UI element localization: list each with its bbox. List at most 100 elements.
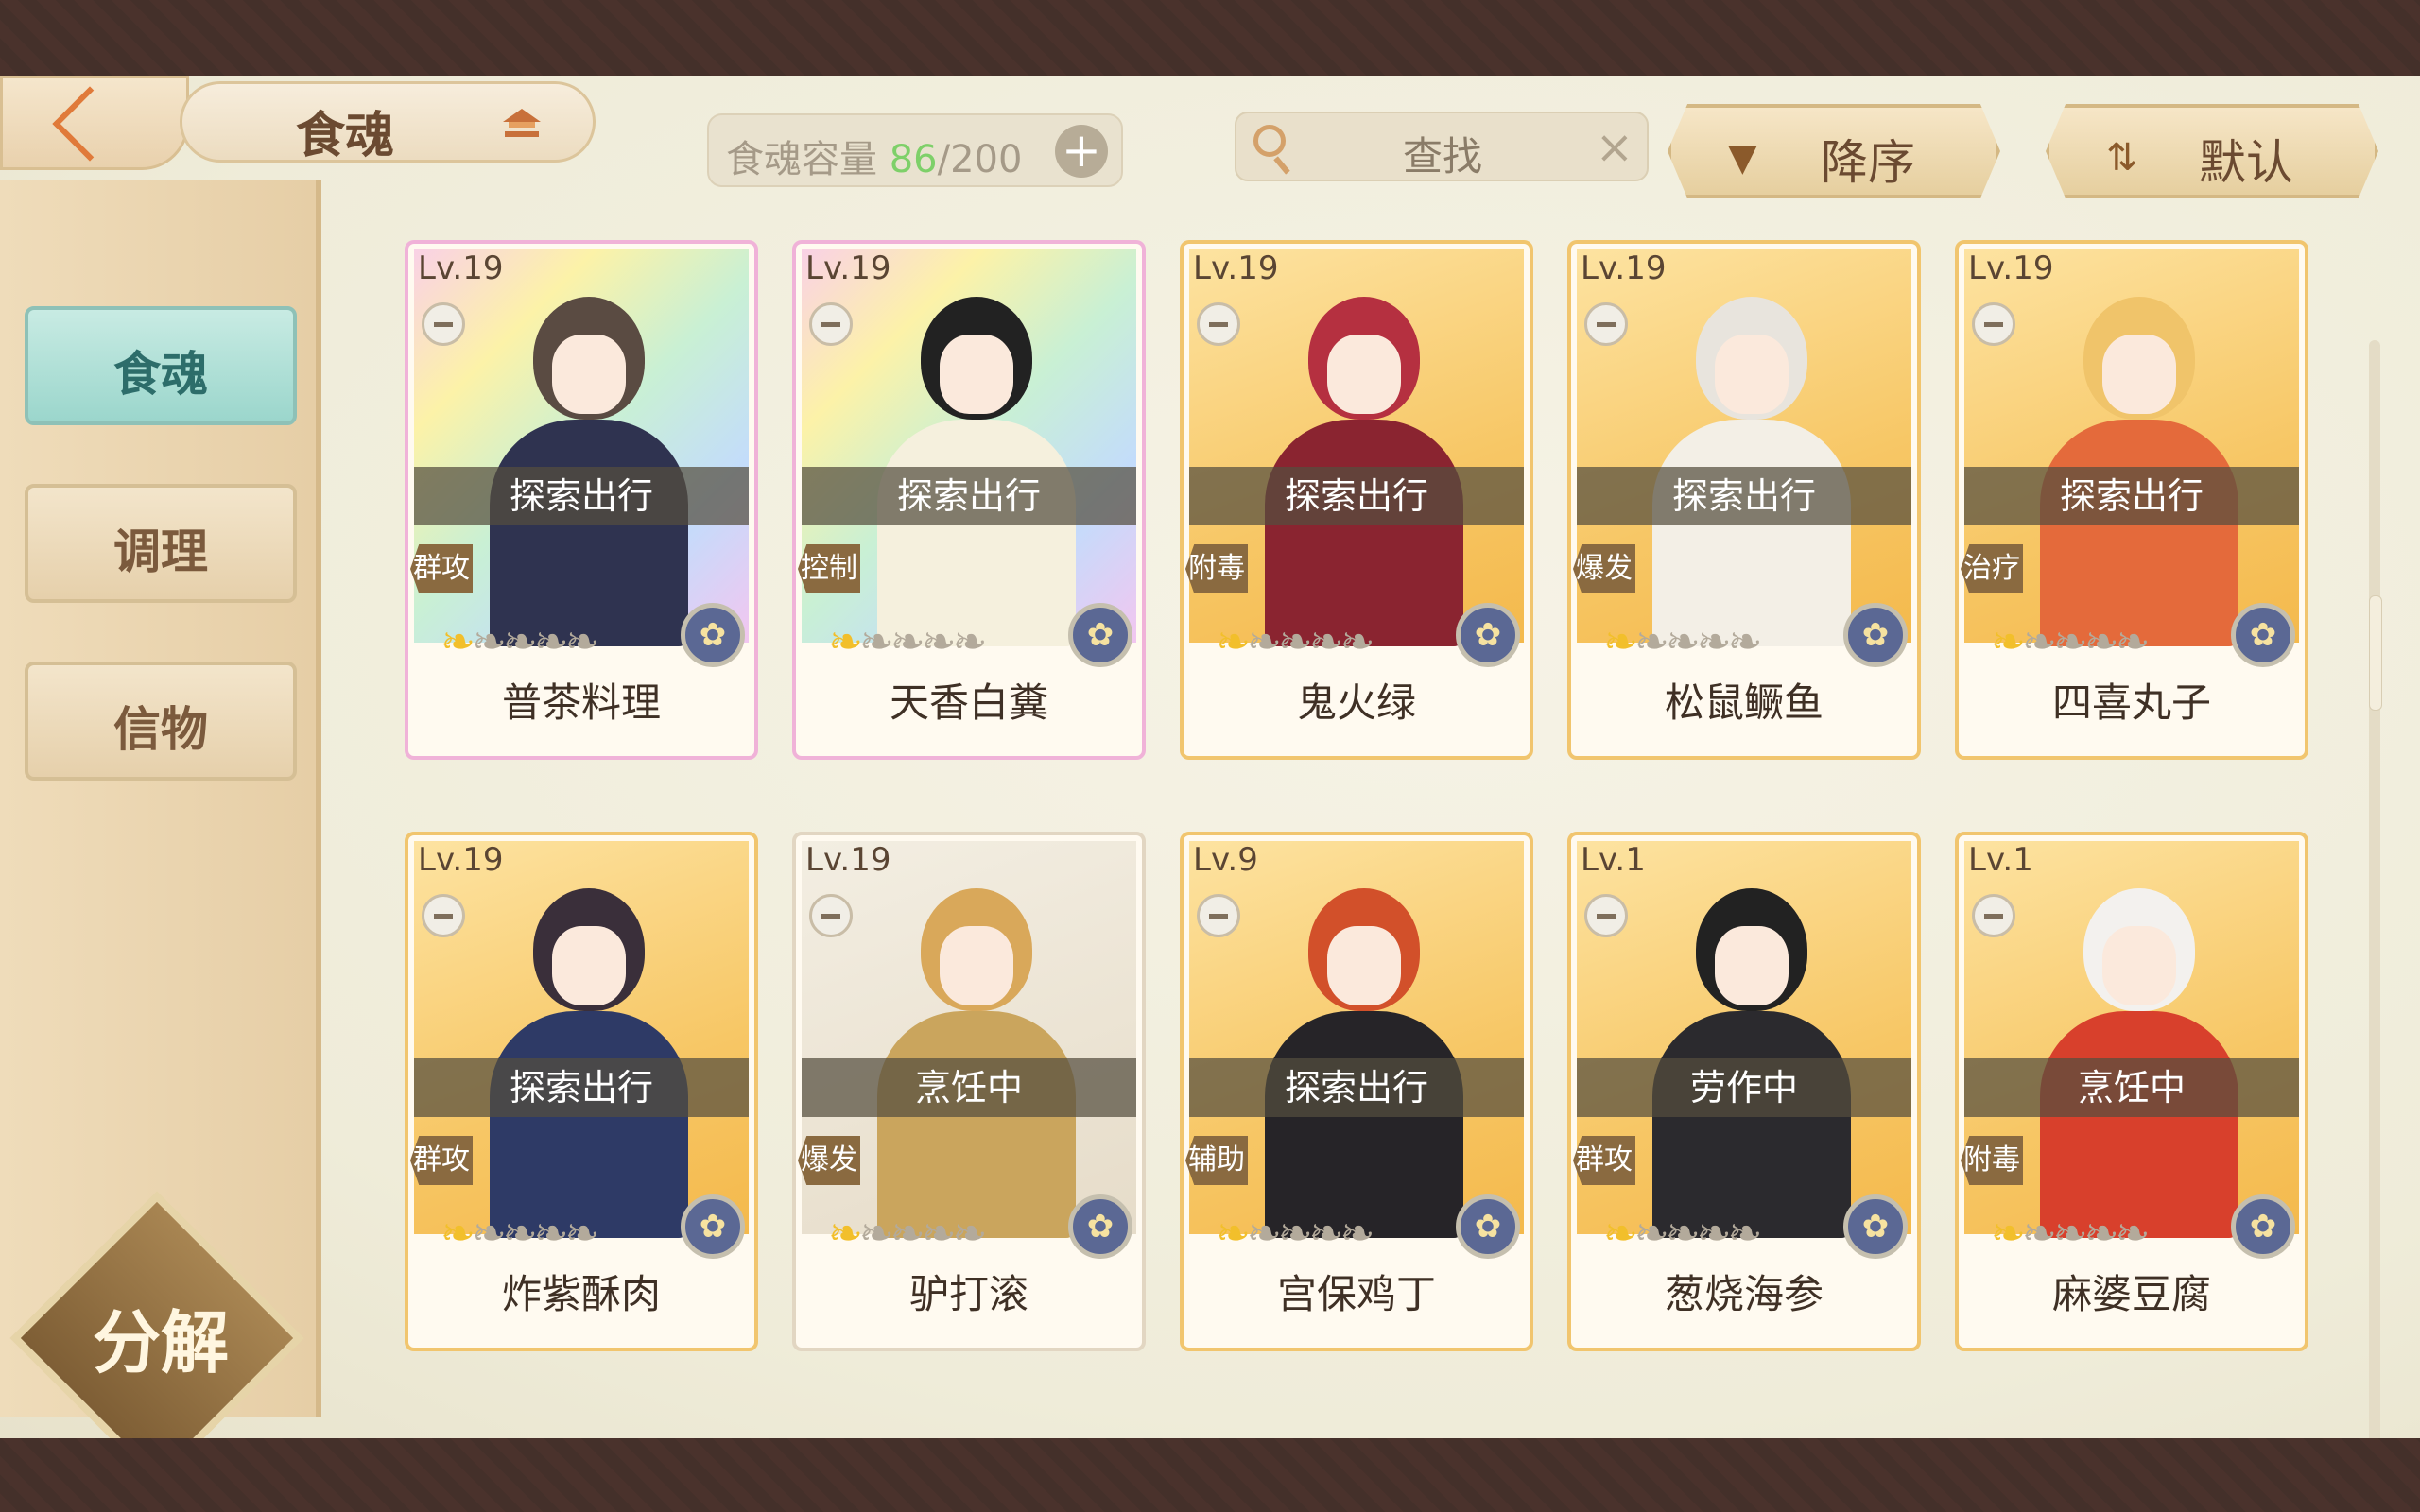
status-banner: 烹饪中 <box>1964 1058 2299 1117</box>
role-tag: 群攻 <box>410 544 473 593</box>
level-label: Lv.19 <box>805 249 891 287</box>
star-rating: ❧❧❧❧❧ <box>441 618 599 666</box>
add-capacity-button[interactable]: + <box>1055 125 1108 178</box>
level-label: Lv.19 <box>418 841 504 879</box>
role-tag: 群攻 <box>1573 1136 1635 1185</box>
food-soul-card[interactable]: Lv.19 探索出行 群攻 ❧❧❧❧❧ ✿ 炸紫酥肉 <box>405 832 758 1351</box>
character-outfit <box>1265 420 1463 646</box>
decompose-label[interactable]: 分解 <box>57 1287 265 1386</box>
back-button[interactable] <box>0 76 189 170</box>
level-label: Lv.1 <box>1968 841 2033 879</box>
bowl-icon <box>1584 302 1628 346</box>
star-rating: ❧❧❧❧❧ <box>441 1210 599 1258</box>
food-soul-card[interactable]: Lv.19 探索出行 群攻 ❧❧❧❧❧ ✿ 普茶料理 <box>405 240 758 760</box>
character-outfit <box>490 1011 688 1238</box>
bowl-icon <box>1197 894 1240 937</box>
search-icon <box>1253 125 1286 157</box>
food-soul-card[interactable]: Lv.1 烹饪中 附毒 ❧❧❧❧❧ ✿ 麻婆豆腐 <box>1955 832 2308 1351</box>
sort-mode-label: 默认 <box>2199 135 2293 190</box>
food-soul-name: 葱烧海参 <box>1664 1271 1824 1317</box>
role-tag: 附毒 <box>1961 1136 2023 1185</box>
sidebar-item-tokens[interactable]: 信物 <box>25 662 297 781</box>
pavilion-icon[interactable] <box>499 107 544 141</box>
character-face <box>2102 335 2176 414</box>
food-soul-name: 松鼠鳜鱼 <box>1664 679 1824 726</box>
star-rating: ❧❧❧❧❧ <box>1991 618 2150 666</box>
level-label: Lv.19 <box>1968 249 2054 287</box>
character-face <box>552 335 626 414</box>
food-soul-card[interactable]: Lv.19 探索出行 爆发 ❧❧❧❧❧ ✿ 松鼠鳜鱼 <box>1567 240 1921 760</box>
star-rating: ❧❧❧❧❧ <box>1216 1210 1374 1258</box>
status-banner: 探索出行 <box>802 467 1136 525</box>
character-outfit <box>2040 1011 2238 1238</box>
food-soul-card[interactable]: Lv.1 劳作中 群攻 ❧❧❧❧❧ ✿ 葱烧海参 <box>1567 832 1921 1351</box>
character-face <box>940 926 1013 1005</box>
status-banner: 探索出行 <box>414 467 749 525</box>
character-face <box>552 926 626 1005</box>
level-label: Lv.1 <box>1581 841 1646 879</box>
swap-arrows-icon: ⇅ <box>2106 136 2138 180</box>
character-outfit <box>1652 1011 1851 1238</box>
scrollbar[interactable] <box>2369 340 2382 1455</box>
level-label: Lv.19 <box>1193 249 1279 287</box>
bowl-icon <box>809 302 853 346</box>
top-frame-border <box>0 0 2420 76</box>
role-tag: 控制 <box>798 544 860 593</box>
sort-order-button[interactable]: ▼ 降序 <box>1668 104 2000 198</box>
clear-icon[interactable]: × <box>1596 121 1634 174</box>
star-rating: ❧❧❧❧❧ <box>1603 618 1762 666</box>
star-rating: ❧❧❧❧❧ <box>828 1210 987 1258</box>
level-label: Lv.9 <box>1193 841 1258 879</box>
search-field[interactable]: 查找 × <box>1235 112 1649 181</box>
search-placeholder: 查找 <box>1403 133 1483 180</box>
character-face <box>1327 926 1401 1005</box>
character-outfit <box>490 420 688 646</box>
triangle-down-icon: ▼ <box>1728 136 1757 180</box>
level-label: Lv.19 <box>1581 249 1667 287</box>
element-medal-icon: ✿ <box>681 603 745 667</box>
capacity-panel: 食魂容量 86/200 + <box>707 113 1123 187</box>
capacity-text: 食魂容量 86/200 <box>726 129 1022 183</box>
food-soul-card[interactable]: Lv.19 探索出行 附毒 ❧❧❧❧❧ ✿ 鬼火绿 <box>1180 240 1533 760</box>
element-medal-icon: ✿ <box>1456 603 1520 667</box>
character-face <box>1715 926 1789 1005</box>
star-rating: ❧❧❧❧❧ <box>1603 1210 1762 1258</box>
food-soul-name: 炸紫酥肉 <box>501 1271 661 1317</box>
character-outfit <box>1265 1011 1463 1238</box>
food-soul-name: 宫保鸡丁 <box>1276 1271 1436 1317</box>
status-banner: 探索出行 <box>1189 1058 1524 1117</box>
level-label: Lv.19 <box>418 249 504 287</box>
bowl-icon <box>422 894 465 937</box>
title-plate: 食魂 <box>180 81 596 164</box>
food-soul-card[interactable]: Lv.19 探索出行 治疗 ❧❧❧❧❧ ✿ 四喜丸子 <box>1955 240 2308 760</box>
status-banner: 劳作中 <box>1577 1058 1911 1117</box>
status-banner: 探索出行 <box>414 1058 749 1117</box>
food-soul-name: 驴打滚 <box>908 1271 1028 1317</box>
sort-mode-button[interactable]: ⇅ 默认 <box>2046 104 2378 198</box>
sidebar-item-food-souls[interactable]: 食魂 <box>25 306 297 425</box>
character-face <box>2102 926 2176 1005</box>
bowl-icon <box>1197 302 1240 346</box>
sidebar-item-label: 调理 <box>113 524 208 579</box>
role-tag: 附毒 <box>1185 544 1248 593</box>
scroll-thumb[interactable] <box>2369 595 2382 711</box>
food-soul-name: 普茶料理 <box>501 679 661 726</box>
bowl-icon <box>1972 894 2015 937</box>
level-label: Lv.19 <box>805 841 891 879</box>
element-medal-icon: ✿ <box>1068 603 1132 667</box>
food-soul-card[interactable]: Lv.19 烹饪中 爆发 ❧❧❧❧❧ ✿ 驴打滚 <box>792 832 1146 1351</box>
back-arrow-icon <box>52 86 128 162</box>
role-tag: 群攻 <box>410 1136 473 1185</box>
sidebar-item-conditioning[interactable]: 调理 <box>25 484 297 603</box>
bowl-icon <box>422 302 465 346</box>
food-soul-card[interactable]: Lv.9 探索出行 辅助 ❧❧❧❧❧ ✿ 宫保鸡丁 <box>1180 832 1533 1351</box>
food-soul-card[interactable]: Lv.19 探索出行 控制 ❧❧❧❧❧ ✿ 天香白糞 <box>792 240 1146 760</box>
character-face <box>940 335 1013 414</box>
status-banner: 烹饪中 <box>802 1058 1136 1117</box>
capacity-label: 食魂容量 <box>726 138 877 181</box>
bowl-icon <box>1972 302 2015 346</box>
food-soul-name: 四喜丸子 <box>2051 679 2211 726</box>
element-medal-icon: ✿ <box>1843 603 1908 667</box>
sidebar-item-label: 食魂 <box>113 346 208 402</box>
star-rating: ❧❧❧❧❧ <box>1216 618 1374 666</box>
